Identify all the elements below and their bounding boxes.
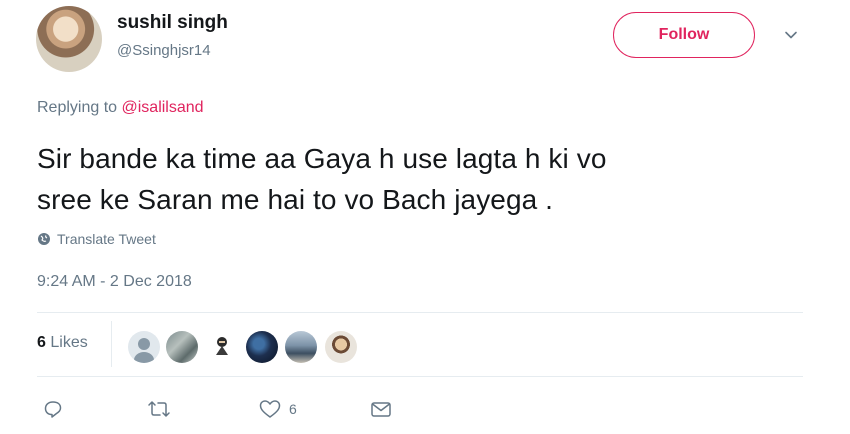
direct-message-button[interactable] [370, 398, 392, 420]
tweet-line-1: Sir bande ka time aa Gaya h use lagta h … [37, 143, 607, 174]
retweet-button[interactable] [146, 398, 172, 420]
translate-tweet-link[interactable]: Translate Tweet [37, 231, 156, 247]
follow-button[interactable]: Follow [613, 12, 755, 58]
likes-stat[interactable]: 6 Likes [37, 334, 88, 352]
liker-avatar[interactable] [285, 331, 317, 363]
likes-count: 6 [37, 334, 46, 351]
liker-avatar[interactable] [206, 331, 238, 363]
replying-to: Replying to @isalilsand [37, 99, 204, 117]
liker-avatar[interactable] [128, 331, 160, 363]
globe-icon [38, 233, 50, 245]
reply-icon [44, 401, 62, 418]
liker-avatar[interactable] [166, 331, 198, 363]
tweet-timestamp[interactable]: 9:24 AM - 2 Dec 2018 [37, 273, 192, 291]
likes-separator [111, 321, 112, 367]
user-handle[interactable]: @Ssinghjsr14 [117, 42, 211, 59]
reply-button[interactable] [43, 398, 63, 420]
translate-label: Translate Tweet [57, 231, 156, 247]
tweet-line-2: sree ke Saran me hai to vo Bach jayega . [37, 184, 554, 215]
likes-label: Likes [50, 334, 88, 351]
heart-icon [259, 400, 281, 418]
tweet-text: Sir bande ka time aa Gaya h use lagta h … [37, 138, 817, 220]
liker-avatar[interactable] [246, 331, 278, 363]
replying-prefix: Replying to [37, 99, 122, 116]
retweet-icon [148, 401, 170, 417]
like-count: 6 [289, 401, 297, 417]
reply-mention-link[interactable]: @isalilsand [122, 99, 204, 116]
envelope-icon [371, 402, 391, 417]
user-avatar[interactable] [36, 6, 102, 72]
divider-bottom [37, 376, 803, 377]
divider-top [37, 312, 803, 313]
chevron-down-icon[interactable] [783, 27, 799, 43]
like-button[interactable]: 6 [259, 398, 297, 420]
liker-avatar[interactable] [325, 331, 357, 363]
user-name[interactable]: sushil singh [117, 12, 228, 34]
